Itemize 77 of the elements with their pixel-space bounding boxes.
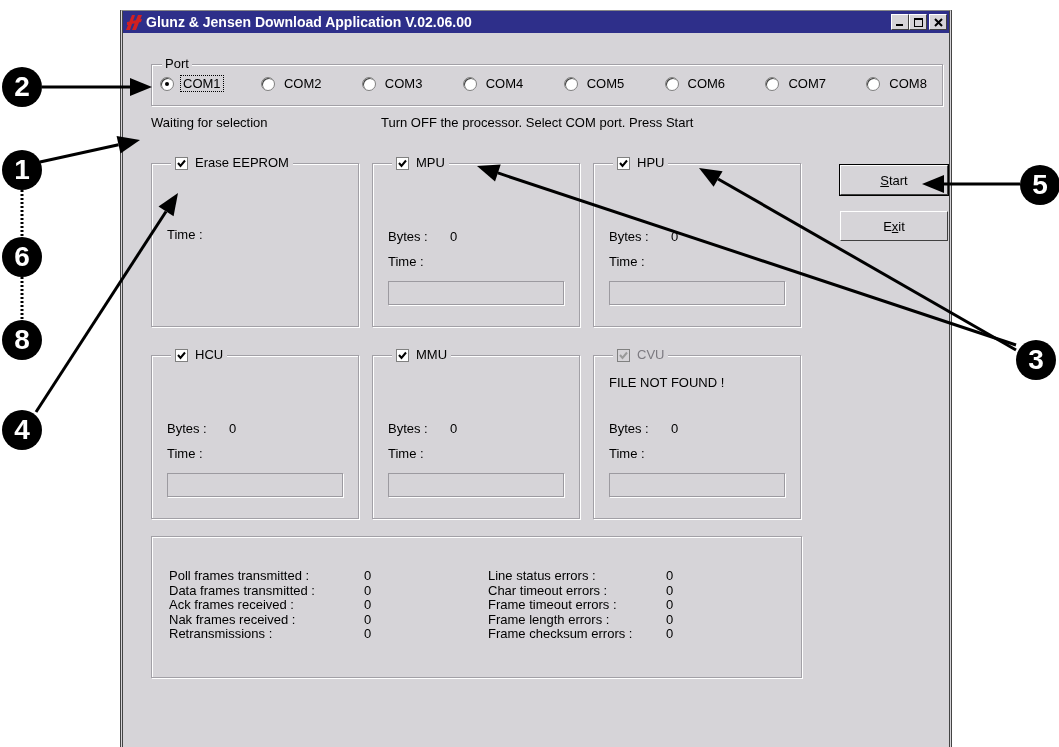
bytes-label: Bytes : [609, 421, 650, 436]
callout-number: 2 [2, 67, 42, 107]
time-label: Time : [388, 446, 424, 461]
radio-button[interactable] [563, 76, 578, 91]
radio-label[interactable]: COM4 [482, 75, 527, 92]
close-icon [933, 17, 943, 27]
window-title: Glunz & Jensen Download Application V.02.06.00 [146, 14, 473, 30]
error-message: FILE NOT FOUND ! [609, 375, 725, 390]
radio-label[interactable]: COM2 [280, 75, 325, 92]
bytes-value: 0 [450, 421, 458, 436]
leader-line [20, 190, 24, 237]
radio-button[interactable] [260, 76, 275, 91]
maximize-button[interactable] [909, 14, 927, 30]
checkbox[interactable] [396, 348, 409, 362]
radio-label[interactable]: COM1 [180, 75, 224, 92]
checkbox[interactable] [175, 156, 188, 170]
stat-label: Nak frames received : [169, 612, 297, 627]
radio-label[interactable]: COM7 [785, 75, 829, 92]
minimize-button[interactable] [891, 14, 909, 30]
bytes-label: Bytes : [609, 229, 650, 244]
maximize-icon [913, 17, 923, 27]
checkbox[interactable] [617, 156, 630, 170]
stat-value: 0 [364, 598, 372, 613]
radio-label[interactable]: COM8 [886, 75, 930, 92]
stat-label: Char timeout errors : [488, 583, 609, 598]
stat-value: 0 [666, 598, 674, 613]
stat-label: Retransmissions : [169, 627, 274, 642]
radio-button[interactable] [462, 76, 477, 91]
logo-icon [125, 13, 143, 31]
time-label: Time : [609, 254, 645, 269]
instruction-text: Turn OFF the processor. Select COM port. Press Start [381, 115, 694, 131]
radio-label[interactable]: COM5 [583, 75, 628, 92]
bytes-label: Bytes : [388, 421, 429, 436]
stat-label: Ack frames received : [169, 598, 295, 613]
radio-label[interactable]: COM3 [381, 75, 426, 92]
checkbox[interactable] [175, 348, 188, 362]
status-text: Waiting for selection [151, 115, 269, 131]
radio-label[interactable]: COM6 [684, 75, 729, 92]
radio-button[interactable] [866, 76, 881, 91]
stat-label: Frame length errors : [488, 612, 611, 627]
stat-value: 0 [364, 627, 372, 642]
radio-button[interactable] [664, 76, 679, 91]
stat-value: 0 [364, 583, 372, 598]
callout-number: 3 [1016, 340, 1056, 380]
stat-label: Frame checksum errors : [488, 627, 634, 642]
radio-button[interactable] [160, 76, 174, 91]
bytes-value: 0 [450, 229, 458, 244]
time-label: Time : [609, 446, 645, 461]
stat-value: 0 [364, 569, 372, 584]
stat-value: 0 [666, 627, 674, 642]
callout-number: 8 [2, 320, 42, 360]
stat-value: 0 [666, 569, 674, 584]
checkbox[interactable] [396, 156, 409, 170]
stat-value: 0 [666, 583, 674, 598]
time-label: Time : [388, 254, 424, 269]
time-label: Time : [167, 446, 203, 461]
dialog-button[interactable]: Exit [840, 211, 948, 241]
dialog-button[interactable]: Start [840, 165, 948, 195]
bytes-label: Bytes : [388, 229, 429, 244]
stat-value: 0 [666, 612, 674, 627]
callout-number: 4 [2, 410, 42, 450]
stat-label: Data frames transmitted : [169, 583, 316, 598]
callout-number: 5 [1020, 165, 1059, 205]
radio-button[interactable] [765, 76, 780, 91]
close-button[interactable] [929, 14, 947, 30]
bytes-value: 0 [671, 421, 679, 436]
bytes-value: 0 [229, 421, 237, 436]
time-label: Time : [167, 227, 203, 242]
callout-number: 6 [2, 237, 42, 277]
stat-label: Frame timeout errors : [488, 598, 618, 613]
stat-label: Line status errors : [488, 569, 597, 584]
radio-button[interactable] [361, 76, 376, 91]
callout-number: 1 [2, 150, 42, 190]
stat-label: Poll frames transmitted : [169, 569, 311, 584]
leader-line [20, 277, 24, 320]
bytes-label: Bytes : [167, 421, 208, 436]
stat-value: 0 [364, 612, 372, 627]
